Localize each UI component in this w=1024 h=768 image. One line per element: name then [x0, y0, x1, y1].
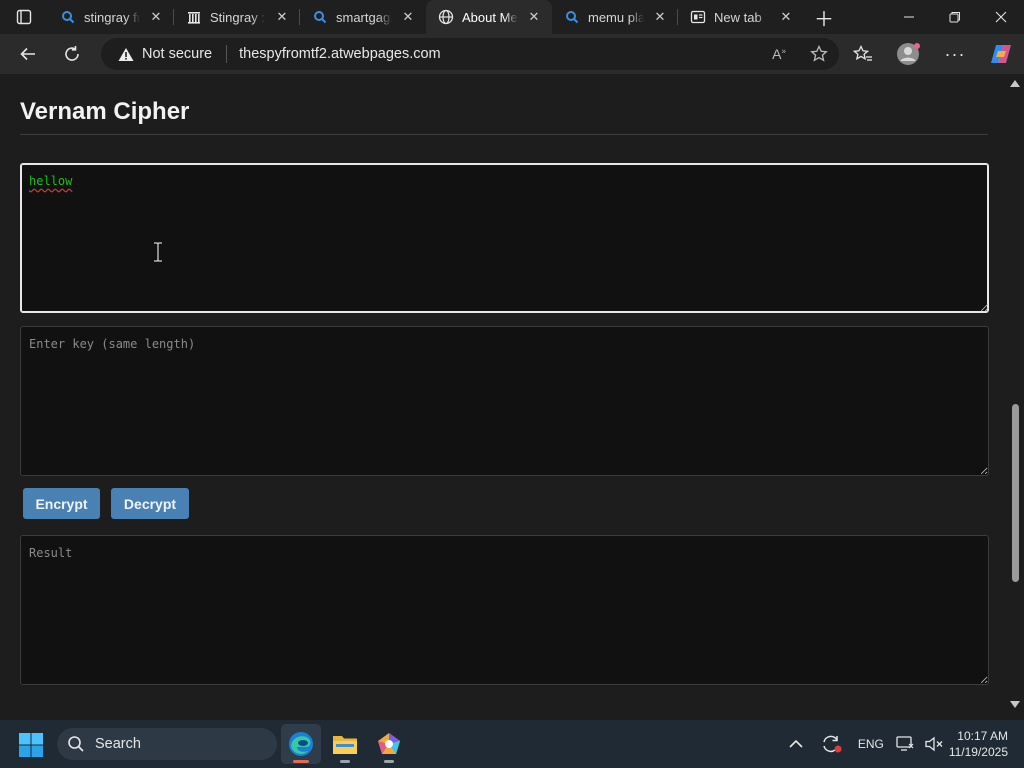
more-icon: ···	[944, 43, 966, 64]
archive-icon	[186, 9, 202, 25]
chevron-up-icon	[789, 739, 803, 748]
tab-actions-button[interactable]	[0, 0, 48, 34]
edge-icon	[289, 732, 313, 756]
close-tab-icon[interactable]: ✕	[400, 9, 416, 25]
site-info-button[interactable]: Not secure	[101, 46, 212, 62]
tab-label: New tab	[714, 9, 762, 25]
system-tray: ENG 10:17 AM 11/19/2025	[779, 720, 1024, 768]
tab-about-me[interactable]: About Me - ✕	[426, 0, 552, 34]
tab-smartgaga[interactable]: smartgaga ✕	[300, 0, 426, 34]
url-text[interactable]: thespyfromtf2.atwebpages.com	[239, 46, 759, 62]
tab-stingray-fr[interactable]: Stingray : Fr ✕	[174, 0, 300, 34]
key-input[interactable]	[20, 326, 989, 476]
favorites-icon	[853, 45, 872, 61]
close-tab-icon[interactable]: ✕	[778, 9, 794, 25]
taskbar-file-explorer[interactable]	[325, 724, 365, 764]
clock-date: 11/19/2025	[948, 745, 1008, 759]
star-icon	[810, 45, 828, 62]
toolbar-right: ···	[840, 34, 1024, 74]
title-divider	[20, 134, 988, 135]
search-icon	[312, 9, 328, 25]
close-tab-icon[interactable]: ✕	[274, 9, 290, 25]
taskbar-edge[interactable]	[281, 724, 321, 764]
page-viewport: Vernam Cipher hellow Encrypt Decrypt	[0, 74, 1024, 720]
minimize-icon	[904, 16, 914, 18]
avatar-icon	[897, 43, 920, 65]
scroll-up-icon[interactable]	[1010, 80, 1020, 87]
tab-strip: stingray fnaf ✕ Stingray : Fr ✕ smartgag…	[0, 0, 1024, 34]
taskbar: Search ENG 10:17 AM 11/19/2025	[0, 720, 1024, 768]
text-cursor-icon	[153, 242, 163, 262]
read-aloud-button[interactable]: A»	[759, 46, 799, 62]
volume-muted-icon	[925, 736, 943, 752]
tab-label: smartgaga	[336, 9, 392, 25]
refresh-icon	[65, 46, 79, 61]
more-menu-button[interactable]: ···	[932, 34, 978, 74]
plaintext-input[interactable]: hellow	[20, 163, 989, 313]
copilot-button[interactable]	[978, 34, 1024, 74]
tab-label: Stingray : Fr	[210, 9, 266, 25]
favorites-button[interactable]	[840, 34, 886, 74]
refresh-button[interactable]	[50, 34, 94, 74]
back-button[interactable]	[6, 34, 50, 74]
newtab-icon	[690, 9, 706, 25]
start-button[interactable]	[18, 732, 44, 758]
tab-new-tab[interactable]: New tab ✕	[678, 0, 804, 34]
plus-icon: ＋	[814, 8, 834, 31]
language-indicator[interactable]: ENG	[851, 720, 891, 768]
decrypt-button[interactable]: Decrypt	[111, 488, 189, 519]
close-tab-icon[interactable]: ✕	[148, 9, 164, 25]
tab-label: About Me -	[462, 9, 518, 25]
scroll-thumb[interactable]	[1012, 404, 1019, 582]
profile-button[interactable]	[886, 34, 932, 74]
window-controls	[886, 0, 1024, 34]
search-icon	[564, 9, 580, 25]
network-icon	[896, 736, 914, 751]
new-tab-button[interactable]: ＋	[804, 0, 844, 34]
result-output[interactable]	[20, 535, 989, 685]
read-aloud-icon: A»	[772, 46, 786, 62]
clock-time: 10:17 AM	[957, 729, 1008, 743]
back-arrow-icon	[20, 47, 35, 61]
search-icon	[60, 9, 76, 25]
security-label: Not secure	[142, 46, 213, 62]
browser-toolbar: Not secure thespyfromtf2.atwebpages.com …	[0, 34, 1024, 74]
encrypt-button[interactable]: Encrypt	[23, 488, 100, 519]
tab-label: memu play	[588, 9, 644, 25]
search-icon	[68, 736, 84, 752]
close-window-button[interactable]	[978, 0, 1024, 34]
page-scrollbar[interactable]	[1006, 74, 1024, 720]
sync-status-button[interactable]	[813, 720, 851, 768]
windows-logo-icon	[19, 733, 43, 757]
tab-label: stingray fnaf	[84, 9, 140, 25]
clock[interactable]: 10:17 AM 11/19/2025	[949, 728, 1024, 760]
minimize-button[interactable]	[886, 0, 932, 34]
warning-icon	[118, 47, 134, 61]
search-label: Search	[95, 736, 141, 752]
close-icon	[995, 11, 1007, 23]
address-bar[interactable]: Not secure thespyfromtf2.atwebpages.com …	[101, 38, 839, 70]
restore-icon	[949, 12, 960, 23]
favorite-button[interactable]	[799, 45, 839, 63]
colorful-pentagon-icon	[378, 733, 400, 754]
volume-button[interactable]	[919, 720, 949, 768]
sync-icon	[823, 735, 842, 753]
show-hidden-icons-button[interactable]	[779, 720, 813, 768]
restore-button[interactable]	[932, 0, 978, 34]
network-button[interactable]	[891, 720, 919, 768]
taskbar-app-pentagon[interactable]	[369, 724, 409, 764]
page-title: Vernam Cipher	[20, 98, 190, 125]
globe-icon	[438, 9, 454, 25]
tab-actions-icon	[16, 9, 32, 25]
page-content: Vernam Cipher hellow Encrypt Decrypt	[0, 74, 1006, 720]
scroll-down-icon[interactable]	[1010, 701, 1020, 708]
folder-icon	[333, 736, 357, 754]
close-tab-icon[interactable]: ✕	[526, 9, 542, 25]
copilot-icon	[991, 45, 1011, 63]
taskbar-search[interactable]: Search	[57, 728, 277, 760]
close-tab-icon[interactable]: ✕	[652, 9, 668, 25]
tab-stingray-fnaf[interactable]: stingray fnaf ✕	[48, 0, 174, 34]
tab-memu-play[interactable]: memu play ✕	[552, 0, 678, 34]
